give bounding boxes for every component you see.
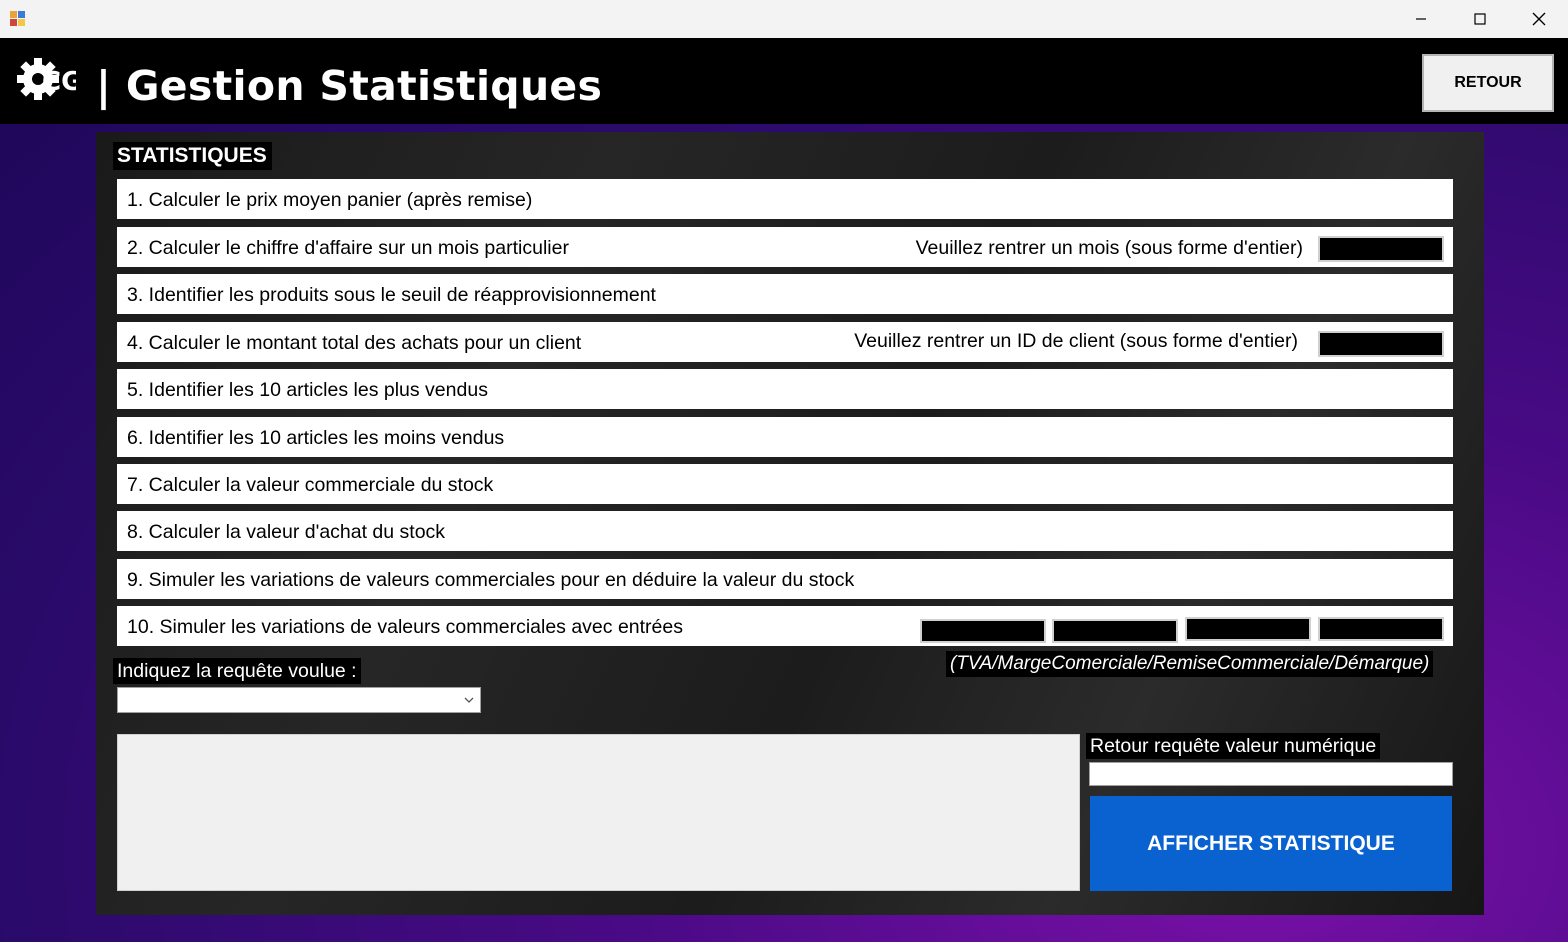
numeric-result-field[interactable] (1089, 762, 1453, 786)
gear-logo-icon: CG (17, 58, 76, 100)
minimize-icon (1416, 18, 1426, 20)
stat-row-9: 9. Simuler les variations de valeurs com… (117, 559, 1453, 599)
stat-row-5: 5. Identifier les 10 articles les plus v… (117, 369, 1453, 409)
stat-row-2: 2. Calculer le chiffre d'affaire sur un … (117, 227, 1453, 267)
stat-label: 6. Identifier les 10 articles les moins … (127, 427, 505, 449)
query-select[interactable] (117, 687, 481, 713)
stat-label: 1. Calculer le prix moyen panier (après … (127, 189, 533, 211)
query-select-label: Indiquez la requête voulue : (113, 658, 361, 684)
panel-title: STATISTIQUES (113, 142, 272, 170)
stat-label: 8. Calculer la valeur d'achat du stock (127, 521, 446, 543)
window-titlebar (0, 0, 1568, 38)
back-button[interactable]: RETOUR (1422, 54, 1554, 112)
stat-row-6: 6. Identifier les 10 articles les moins … (117, 417, 1453, 457)
remise-input[interactable] (1185, 617, 1311, 641)
stat-row-8: 8. Calculer la valeur d'achat du stock (117, 511, 1453, 551)
close-icon (1532, 12, 1546, 26)
stat-row-10: 10. Simuler les variations de valeurs co… (117, 606, 1453, 646)
chevron-down-icon (464, 697, 474, 703)
page-title: | Gestion Statistiques (96, 62, 603, 110)
client-id-hint: Veuillez rentrer un ID de client (sous f… (854, 330, 1298, 352)
stat-label: 3. Identifier les produits sous le seuil… (127, 284, 656, 306)
minimize-button[interactable] (1392, 0, 1450, 38)
stat-label: 10. Simuler les variations de valeurs co… (127, 616, 683, 638)
stat-label: 2. Calculer le chiffre d'affaire sur un … (127, 237, 569, 259)
app-icon (10, 10, 26, 26)
stat-label: 4. Calculer le montant total des achats … (127, 332, 582, 354)
inputs-format-hint: (TVA/MargeComerciale/RemiseCommerciale/D… (946, 651, 1434, 677)
maximize-icon (1474, 13, 1486, 25)
show-statistic-button[interactable]: AFFICHER STATISTIQUE (1090, 796, 1452, 891)
stat-label: 5. Identifier les 10 articles les plus v… (127, 379, 488, 401)
demarque-input[interactable] (1318, 617, 1444, 641)
stat-label: 7. Calculer la valeur commerciale du sto… (127, 474, 494, 496)
result-output-area[interactable] (117, 734, 1080, 891)
client-id-input[interactable] (1318, 331, 1444, 357)
month-input[interactable] (1318, 236, 1444, 262)
maximize-button[interactable] (1451, 0, 1509, 38)
close-button[interactable] (1510, 0, 1568, 38)
marge-input[interactable] (1052, 619, 1178, 643)
stat-row-7: 7. Calculer la valeur commerciale du sto… (117, 464, 1453, 504)
stat-row-3: 3. Identifier les produits sous le seuil… (117, 274, 1453, 314)
month-hint: Veuillez rentrer un mois (sous forme d'e… (915, 237, 1303, 259)
logo-text: CG (42, 67, 76, 97)
numeric-result-label: Retour requête valeur numérique (1086, 733, 1381, 759)
tva-input[interactable] (920, 619, 1046, 643)
stat-row-4: 4. Calculer le montant total des achats … (117, 322, 1453, 362)
stat-label: 9. Simuler les variations de valeurs com… (127, 569, 855, 591)
app-header: CG | Gestion Statistiques RETOUR (0, 38, 1568, 124)
stat-row-1: 1. Calculer le prix moyen panier (après … (117, 179, 1453, 219)
